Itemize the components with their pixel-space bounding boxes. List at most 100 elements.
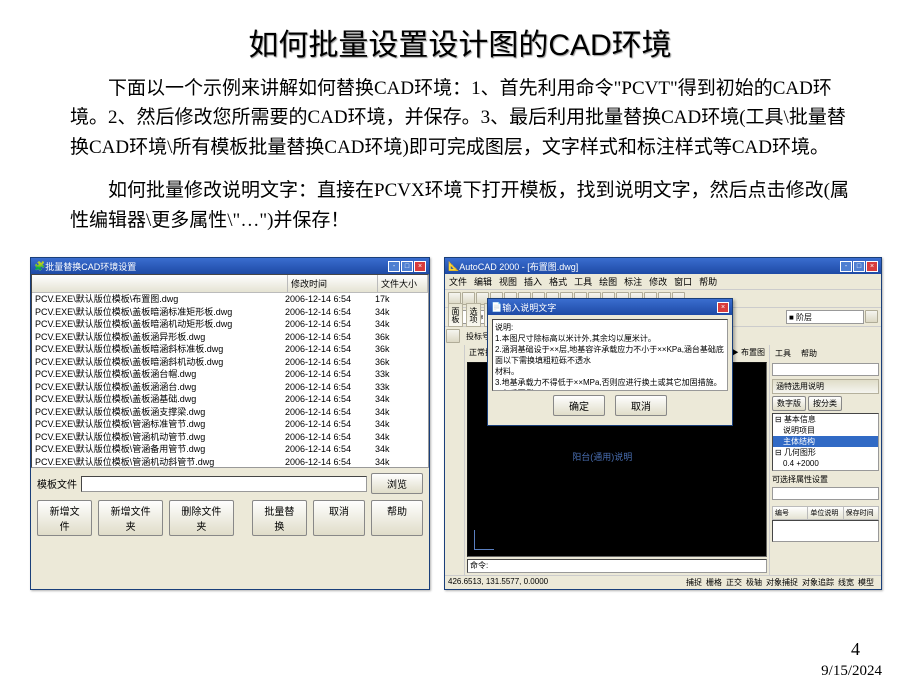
dlg-title: 输入说明文字 — [502, 301, 556, 314]
cad-menubar[interactable]: 文件编辑视图插入格式工具绘图标注修改窗口帮助 — [445, 274, 881, 290]
input-text-dialog: 📄 输入说明文字 × 说明:1.本图尺寸除标高以米计外,其余均以厘米计。2.涵洞… — [487, 298, 733, 426]
menu-item[interactable]: 绘图 — [599, 275, 617, 288]
chevron-down-icon[interactable] — [865, 310, 878, 323]
rp-sel-combo[interactable] — [772, 487, 879, 500]
dlg-cancel-button[interactable]: 取消 — [615, 395, 667, 416]
left-tab-options[interactable]: 选项 — [466, 303, 481, 327]
list-item[interactable]: PCV.EXE\默认版位模板\盖板暗涵斜标准板.dwg2006-12-14 6:… — [32, 343, 428, 356]
rp-header-1: 涵特选用说明 — [772, 379, 879, 394]
rp-help[interactable]: 帮助 — [801, 348, 817, 359]
rp-tab-category[interactable]: 按分类 — [808, 396, 842, 411]
list-item[interactable]: PCV.EXE\默认版位模板\盖板暗涵标准矩形板.dwg2006-12-14 6… — [32, 306, 428, 319]
add-file-button[interactable]: 新增文件 — [37, 500, 92, 536]
status-toggle[interactable]: 对象捕捉 — [766, 578, 798, 587]
status-toggle[interactable]: 栅格 — [706, 578, 722, 587]
status-toggle[interactable]: 正交 — [726, 578, 742, 587]
menu-item[interactable]: 格式 — [549, 275, 567, 288]
cad-window-title: AutoCAD 2000 - [布置图.dwg] — [459, 260, 578, 273]
cad-icon: 📐 — [448, 261, 459, 272]
minimize-button[interactable]: - — [388, 261, 400, 272]
dlg-close-button[interactable]: × — [717, 302, 729, 313]
slide-title: 如何批量设置设计图的CAD环境 — [0, 0, 920, 74]
help-button[interactable]: 帮助 — [371, 500, 423, 536]
list-item[interactable]: PCV.EXE\默认版位模板\盖板暗涵斜机动板.dwg2006-12-14 6:… — [32, 356, 428, 369]
list-header: 修改时间 文件大小 — [32, 275, 428, 293]
list-item[interactable]: PCV.EXE\默认版位模板\管涵机动斜管节.dwg2006-12-14 6:5… — [32, 456, 428, 469]
status-toggle[interactable]: 对象追踪 — [802, 578, 834, 587]
browse-button[interactable]: 浏览 — [371, 473, 423, 494]
page-number: 4 — [851, 639, 860, 660]
rp-item-1[interactable]: 说明项目 — [773, 425, 878, 436]
list-item[interactable]: PCV.EXE\默认版位模板\管涵标准管节.dwg2006-12-14 6:54… — [32, 418, 428, 431]
cad-maximize-button[interactable]: □ — [853, 261, 865, 272]
layer-combo[interactable]: ■ 阶层 — [786, 310, 864, 324]
rp-item-2[interactable]: 主体结构 — [773, 436, 878, 447]
menu-item[interactable]: 编辑 — [474, 275, 492, 288]
batch-replace-button[interactable]: 批量替换 — [252, 500, 307, 536]
cancel-button[interactable]: 取消 — [313, 500, 365, 536]
body-text: 下面以一个示例来讲解如何替换CAD环境：1、首先利用命令"PCVT"得到初始的C… — [0, 74, 920, 235]
cad-left-toolbar: 文件 选项 面板 — [445, 345, 465, 575]
list-item[interactable]: PCV.EXE\默认版位模板\盖板涵台帽.dwg2006-12-14 6:543… — [32, 368, 428, 381]
cad-minimize-button[interactable]: - — [840, 261, 852, 272]
list-item[interactable]: PCV.EXE\默认版位模板\管涵机动管节.dwg2006-12-14 6:54… — [32, 431, 428, 444]
rp-list[interactable]: ⊟ 基本信息 说明项目 主体结构 ⊟ 几何图形 0.4 +2000 — [772, 413, 879, 471]
gh-unit: 单位说明 — [808, 507, 843, 519]
list-item[interactable]: PCV.EXE\默认版位模板\盖板涵基础.dwg2006-12-14 6:543… — [32, 393, 428, 406]
cad-titlebar[interactable]: 📐 AutoCAD 2000 - [布置图.dwg] - □ × — [445, 258, 881, 274]
rp-item-3[interactable]: ⊟ 几何图形 — [773, 447, 878, 458]
template-file-input[interactable] — [81, 476, 367, 492]
paragraph-2: 如何批量修改说明文字：直接在PCVX环境下打开模板，找到说明文字，然后点击修改(… — [70, 176, 850, 235]
col-path-header[interactable] — [32, 275, 288, 292]
gh-time: 保存时间 — [844, 507, 878, 519]
menu-item[interactable]: 窗口 — [674, 275, 692, 288]
template-file-label: 模板文件 — [37, 476, 77, 491]
cad-close-button[interactable]: × — [866, 261, 878, 272]
col-size-header[interactable]: 文件大小 — [378, 275, 428, 292]
rp-grid[interactable] — [772, 520, 879, 542]
menu-item[interactable]: 插入 — [524, 275, 542, 288]
left-tab-panel[interactable]: 面板 — [448, 303, 463, 327]
dlg-textarea[interactable]: 说明:1.本图尺寸除标高以米计外,其余均以厘米计。2.涵洞基础设于××层,地基容… — [492, 319, 728, 391]
dock-icon[interactable] — [446, 329, 460, 343]
cad-right-panel: 工具 帮助 涵特选用说明 数字版 按分类 ⊟ 基本信息 说明项目 主体结构 ⊟ … — [769, 345, 881, 575]
menu-item[interactable]: 标注 — [624, 275, 642, 288]
autocad-window: 📐 AutoCAD 2000 - [布置图.dwg] - □ × 文件编辑视图插… — [444, 257, 882, 590]
coords-readout: 426.6513, 131.5577, 0.0000 — [448, 577, 548, 588]
file-listbox[interactable]: 修改时间 文件大小 PCV.EXE\默认版位模板\布置图.dwg2006-12-… — [31, 274, 429, 468]
col-date-header[interactable]: 修改时间 — [288, 275, 378, 292]
canvas-annotation: 阳台(通用)说明 — [572, 450, 632, 463]
list-item[interactable]: PCV.EXE\默认版位模板\盖板涵支撑梁.dwg2006-12-14 6:54… — [32, 406, 428, 419]
menu-item[interactable]: 工具 — [574, 275, 592, 288]
menu-item[interactable]: 修改 — [649, 275, 667, 288]
rp-item-4[interactable]: 0.4 +2000 — [773, 458, 878, 469]
rp-tab-numeric[interactable]: 数字版 — [772, 396, 806, 411]
status-toggle[interactable]: 捕捉 — [686, 578, 702, 587]
close-button[interactable]: × — [414, 261, 426, 272]
list-item[interactable]: PCV.EXE\默认版位模板\管涵备用管节.dwg2006-12-14 6:54… — [32, 443, 428, 456]
page-date: 9/15/2024 — [821, 663, 882, 680]
rp-empty-combo[interactable] — [772, 363, 879, 376]
menu-item[interactable]: 视图 — [499, 275, 517, 288]
list-item[interactable]: PCV.EXE\默认版位模板\布置图.dwg2006-12-14 6:5417k — [32, 293, 428, 306]
rp-sel-settings: 可选择属性设置 — [772, 474, 879, 485]
dlg-titlebar[interactable]: 📄 输入说明文字 × — [488, 299, 732, 315]
menu-item[interactable]: 文件 — [449, 275, 467, 288]
rp-tools[interactable]: 工具 — [775, 348, 791, 359]
status-toggle[interactable]: 极轴 — [746, 578, 762, 587]
maximize-button[interactable]: □ — [401, 261, 413, 272]
command-line[interactable]: 命令: — [467, 559, 767, 573]
list-item[interactable]: PCV.EXE\默认版位模板\盖板涵异形板.dwg2006-12-14 6:54… — [32, 331, 428, 344]
paragraph-1: 下面以一个示例来讲解如何替换CAD环境：1、首先利用命令"PCVT"得到初始的C… — [70, 74, 850, 162]
gh-id: 编号 — [773, 507, 808, 519]
menu-item[interactable]: 帮助 — [699, 275, 717, 288]
list-item[interactable]: PCV.EXE\默认版位模板\盖板暗涵机动矩形板.dwg2006-12-14 6… — [32, 318, 428, 331]
status-toggle[interactable]: 线宽 — [838, 578, 854, 587]
rp-item-0[interactable]: ⊟ 基本信息 — [773, 414, 878, 425]
list-item[interactable]: PCV.EXE\默认版位模板\盖板涵涵台.dwg2006-12-14 6:543… — [32, 381, 428, 394]
titlebar[interactable]: 🧩 批量替换CAD环境设置 - □ × — [31, 258, 429, 274]
dlg-ok-button[interactable]: 确定 — [553, 395, 605, 416]
add-folder-button[interactable]: 新增文件夹 — [98, 500, 163, 536]
delete-folder-button[interactable]: 删除文件夹 — [169, 500, 234, 536]
status-toggle[interactable]: 模型 — [858, 578, 874, 587]
